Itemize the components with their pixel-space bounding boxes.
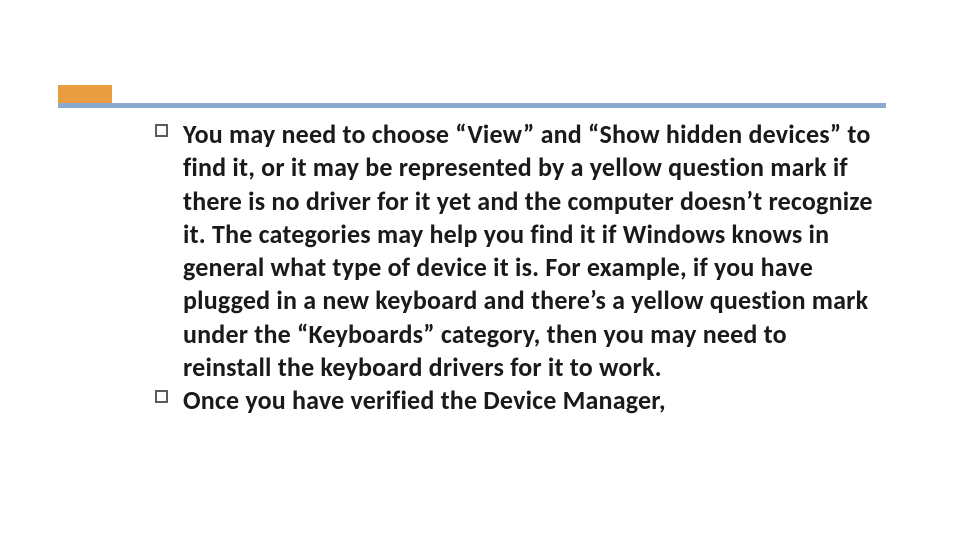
divider-line: [58, 103, 886, 108]
slide-container: You may need to choose “View” and “Show …: [0, 0, 960, 540]
square-bullet-icon: [155, 390, 168, 403]
bullet-text: You may need to choose “View” and “Show …: [183, 118, 875, 384]
bullet-text: Once you have verified the Device Manage…: [183, 384, 875, 417]
content-area: You may need to choose “View” and “Show …: [155, 118, 875, 417]
accent-bar: [58, 85, 112, 103]
list-item: You may need to choose “View” and “Show …: [155, 118, 875, 384]
square-bullet-icon: [155, 124, 168, 137]
list-item: Once you have verified the Device Manage…: [155, 384, 875, 417]
